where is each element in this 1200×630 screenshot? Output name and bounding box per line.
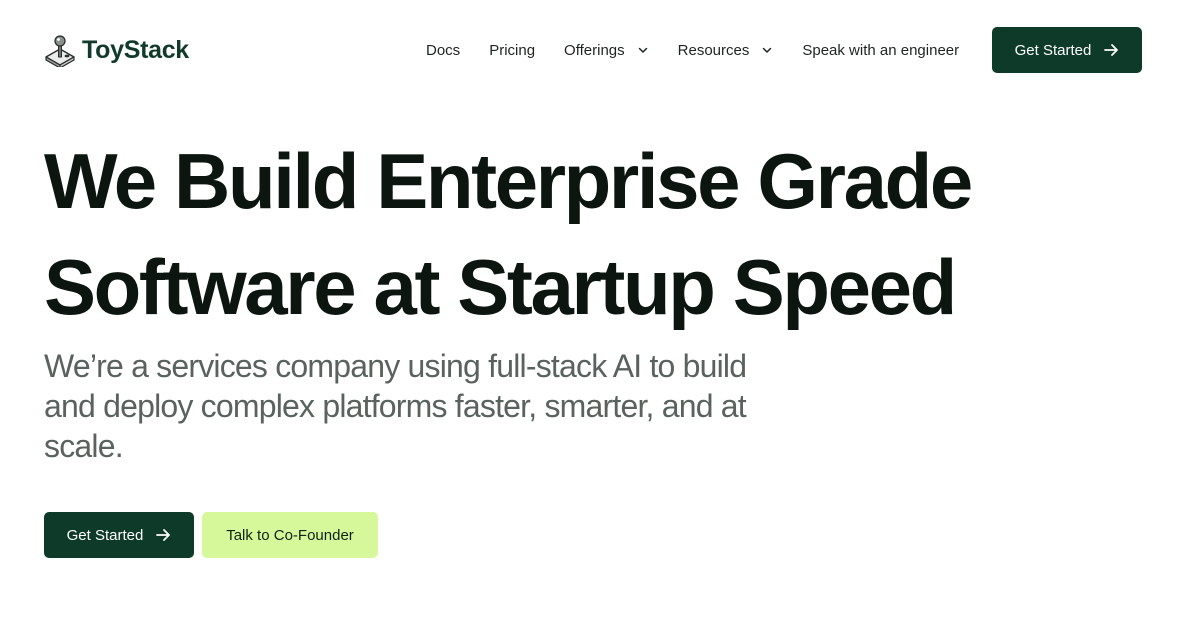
button-label: Get Started (1014, 41, 1092, 59)
nav-item-pricing[interactable]: Pricing (489, 42, 535, 59)
talk-to-cofounder-button[interactable]: Talk to Co-Founder (202, 512, 378, 558)
arrow-right-icon (1104, 44, 1119, 56)
hero-title-line: Software at Startup Speed (44, 243, 957, 331)
nav-item-label: Docs (426, 41, 461, 59)
nav-item-docs[interactable]: Docs (426, 42, 460, 59)
nav-item-label: Resources (677, 41, 750, 59)
brand-name: ToyStack (82, 35, 189, 64)
nav-item-speak-with-engineer[interactable]: Speak with an engineer (802, 42, 959, 59)
nav-item-label: Speak with an engineer (802, 41, 960, 59)
nav-item-label: Pricing (489, 41, 536, 59)
hero-title: We Build Enterprise Grade Software at St… (44, 128, 1144, 340)
main-nav: Docs Pricing Offerings Resources Speak w… (426, 38, 959, 62)
nav-item-label: Offerings (564, 41, 625, 59)
joystick-icon (45, 35, 75, 67)
button-label: Talk to Co-Founder (226, 526, 354, 544)
hero-get-started-button[interactable]: Get Started (44, 512, 194, 558)
chevron-down-icon (638, 47, 647, 53)
chevron-down-icon (763, 47, 772, 53)
nav-item-offerings[interactable]: Offerings (564, 42, 649, 59)
hero-title-line: We Build Enterprise Grade (44, 137, 973, 225)
brand-logo-link[interactable]: ToyStack (44, 33, 189, 67)
arrow-right-icon (156, 529, 171, 541)
landing-page: ToyStack Docs Pricing Offerings Resource… (0, 0, 1200, 630)
site-header: ToyStack Docs Pricing Offerings Resource… (0, 0, 1200, 100)
hero-subtitle: We’re a services company using full-stac… (44, 348, 747, 464)
button-label: Get Started (66, 526, 144, 544)
header-get-started-button[interactable]: Get Started (992, 27, 1142, 73)
nav-item-resources[interactable]: Resources (678, 42, 774, 59)
